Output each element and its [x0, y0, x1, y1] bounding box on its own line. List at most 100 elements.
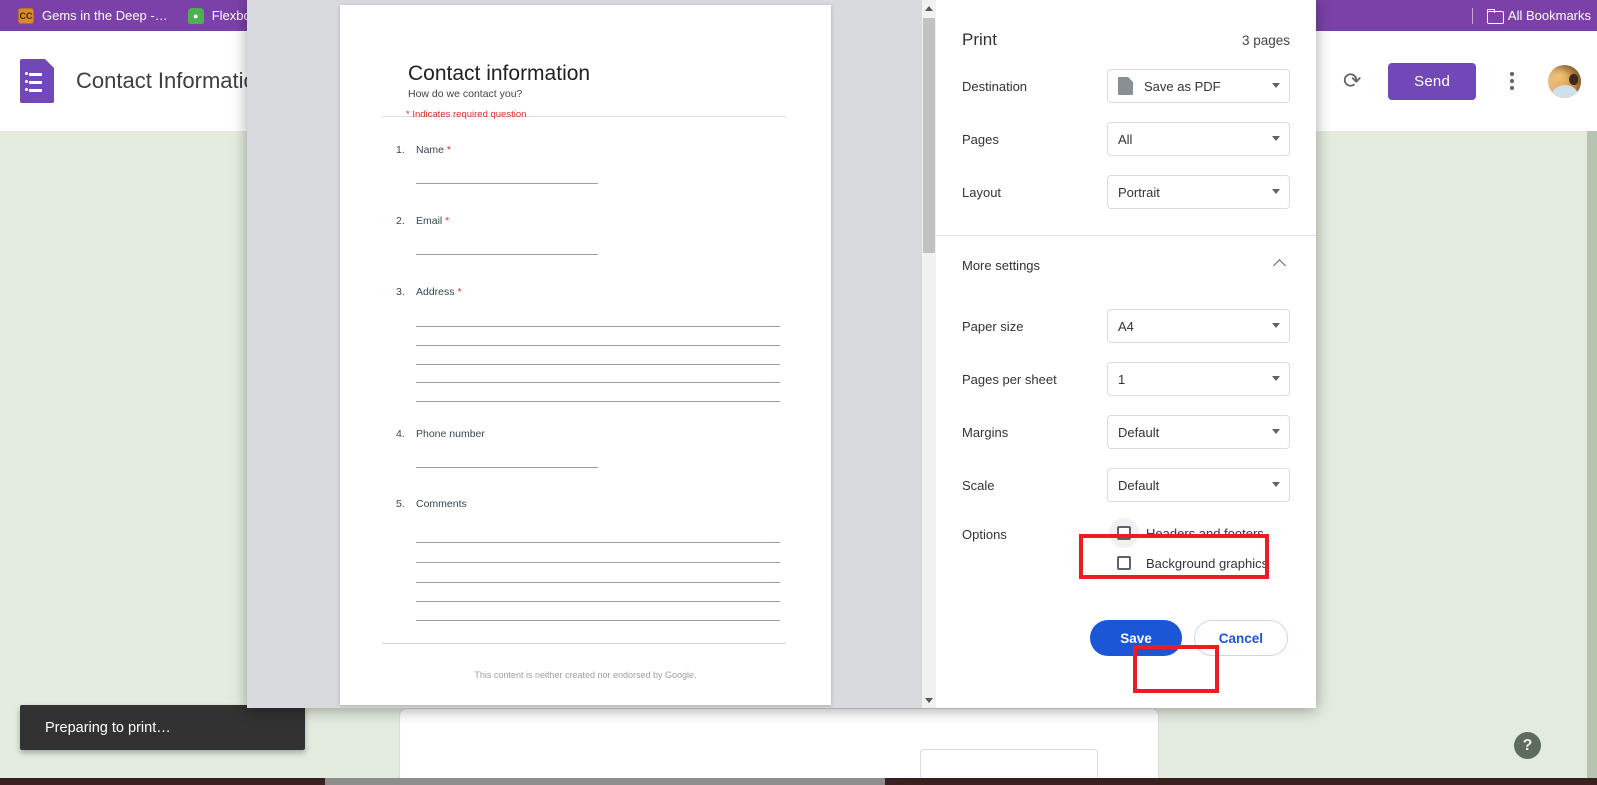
redo-button[interactable]: ⟳	[1332, 61, 1372, 101]
scale-select[interactable]: Default	[1107, 468, 1290, 502]
cc-favicon-icon: CC	[18, 7, 34, 24]
frog-favicon-icon: ●	[187, 7, 204, 24]
all-bookmarks-area: All Bookmarks	[1471, 0, 1591, 31]
scroll-down-arrow-icon[interactable]	[922, 692, 936, 708]
preview-q-label: Phone number	[416, 428, 485, 440]
pages-label: Pages	[962, 131, 999, 147]
checkbox-unchecked-icon[interactable]	[1117, 526, 1131, 540]
margins-row: Margins Default	[962, 415, 1290, 449]
pages-per-sheet-value: 1	[1118, 371, 1126, 387]
preview-required-note: * Indicates required question	[406, 109, 527, 120]
google-forms-icon	[20, 59, 54, 103]
paper-size-row: Paper size A4	[962, 309, 1290, 343]
chevron-down-icon	[1272, 189, 1280, 194]
preview-q-number: 4.	[396, 428, 405, 440]
page-horizontal-scrollbar[interactable]	[0, 778, 1597, 785]
preview-q-label: Email *	[416, 215, 450, 227]
margins-value: Default	[1118, 424, 1160, 440]
preview-answer-line	[416, 382, 780, 383]
scrollbar-thumb[interactable]	[923, 18, 935, 253]
headers-and-footers-option[interactable]: Headers and footers	[1107, 518, 1290, 548]
form-question-card[interactable]	[399, 708, 1159, 785]
send-button[interactable]: Send	[1388, 62, 1476, 100]
preview-scrollbar[interactable]	[922, 0, 936, 708]
preview-answer-line	[416, 467, 598, 468]
layout-select[interactable]: Portrait	[1107, 175, 1290, 209]
pages-per-sheet-label: Pages per sheet	[962, 371, 1057, 387]
cancel-button[interactable]: Cancel	[1193, 620, 1288, 656]
folder-icon	[1486, 8, 1504, 24]
checkbox-hover-ring	[1109, 518, 1139, 548]
page-title[interactable]: Contact Information	[76, 68, 268, 94]
checkbox-ring	[1109, 548, 1139, 578]
chevron-down-icon	[1272, 83, 1280, 88]
preview-page: Contact information How do we contact yo…	[340, 5, 831, 705]
more-settings-label: More settings	[962, 258, 1041, 273]
bookmark-label: Gems in the Deep -…	[42, 8, 168, 23]
pages-value: All	[1118, 131, 1133, 147]
toast-message: Preparing to print…	[45, 719, 171, 736]
chevron-down-icon	[1272, 136, 1280, 141]
background-graphics-label: Background graphics	[1146, 555, 1269, 571]
scrollbar-thumb[interactable]	[325, 778, 885, 785]
redo-icon: ⟳	[1342, 68, 1362, 93]
preview-q-label: Address *	[416, 286, 462, 298]
scroll-up-arrow-icon[interactable]	[922, 0, 936, 16]
preview-answer-line	[416, 620, 780, 621]
preview-answer-line	[416, 183, 598, 184]
background-graphics-option[interactable]: Background graphics	[1107, 548, 1290, 578]
preview-answer-line	[416, 345, 780, 346]
dialog-actions: Save Cancel	[962, 620, 1290, 656]
kebab-menu-icon	[1510, 72, 1514, 90]
preview-q-number: 5.	[396, 498, 405, 510]
avatar[interactable]	[1548, 64, 1581, 98]
preview-answer-line	[416, 542, 780, 543]
paper-size-select[interactable]: A4	[1107, 309, 1290, 343]
preview-answer-line	[416, 601, 780, 602]
preview-answer-line	[416, 562, 780, 563]
print-dialog-title: Print	[962, 30, 997, 49]
destination-value: Save as PDF	[1144, 78, 1221, 94]
print-dialog: Contact information How do we contact yo…	[247, 0, 1316, 708]
pages-select[interactable]: All	[1107, 122, 1290, 156]
destination-label: Destination	[962, 78, 1028, 94]
more-settings-toggle[interactable]: More settings	[962, 258, 1290, 273]
paper-size-value: A4	[1118, 318, 1134, 334]
chevron-up-icon	[1273, 259, 1286, 272]
destination-select[interactable]: Save as PDF	[1107, 69, 1290, 103]
scale-label: Scale	[962, 477, 995, 493]
options-list: Headers and footers Background graphics	[1107, 518, 1290, 578]
print-dialog-header: Print 3 pages	[962, 0, 1290, 50]
bookmark-item-gems[interactable]: CC Gems in the Deep -…	[8, 0, 178, 31]
preview-footer-text: This content is neither created nor endo…	[474, 670, 697, 680]
pages-row: Pages All	[962, 122, 1290, 156]
pdf-file-icon	[1118, 77, 1133, 95]
save-button[interactable]: Save	[1090, 620, 1182, 656]
header-actions: ⟳ Send	[1332, 31, 1581, 131]
margins-select[interactable]: Default	[1107, 415, 1290, 449]
paper-size-label: Paper size	[962, 318, 1024, 334]
checkbox-wrap	[1107, 518, 1141, 548]
pages-per-sheet-row: Pages per sheet 1	[962, 362, 1290, 396]
all-bookmarks-label[interactable]: All Bookmarks	[1508, 8, 1591, 23]
margins-label: Margins	[962, 424, 1009, 440]
checkbox-wrap	[1107, 548, 1141, 578]
preview-answer-line	[416, 326, 780, 327]
layout-label: Layout	[962, 184, 1002, 200]
help-icon[interactable]: ?	[1514, 732, 1541, 759]
preview-q-number: 3.	[396, 286, 405, 298]
checkbox-unchecked-icon[interactable]	[1117, 556, 1131, 570]
options-row: Options Headers and footers Background g…	[962, 518, 1290, 578]
page-vertical-scrollbar[interactable]	[1587, 131, 1597, 785]
divider	[936, 235, 1316, 236]
scale-row: Scale Default	[962, 468, 1290, 502]
status-toast: Preparing to print…	[20, 705, 305, 750]
preview-q-number: 2.	[396, 215, 405, 227]
options-label: Options	[962, 527, 1007, 542]
more-options-button[interactable]	[1492, 61, 1532, 101]
pages-per-sheet-select[interactable]: 1	[1107, 362, 1290, 396]
preview-q-label: Name *	[416, 144, 452, 156]
destination-row: Destination Save as PDF	[962, 69, 1290, 103]
scale-value: Default	[1118, 477, 1160, 493]
chevron-down-icon	[1272, 376, 1280, 381]
